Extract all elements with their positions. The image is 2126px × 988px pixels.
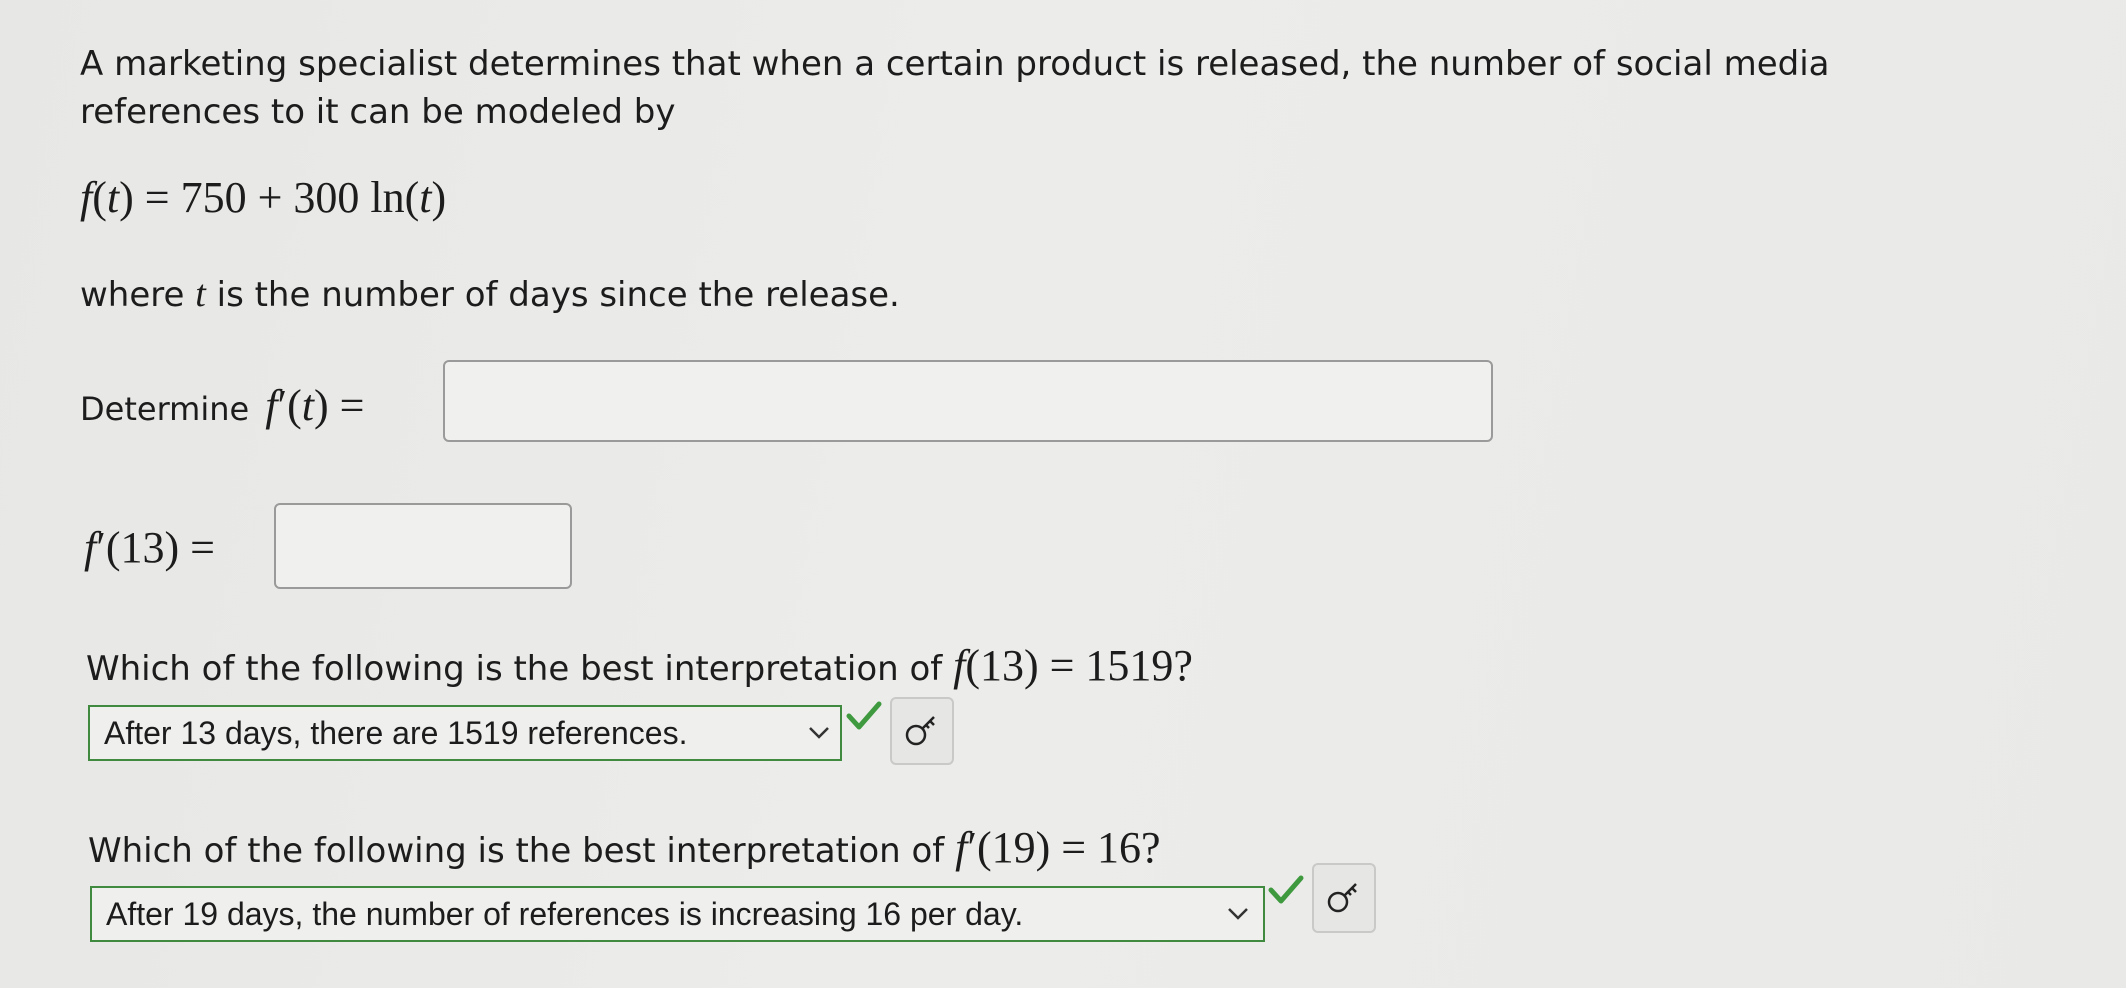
derivative-at-13-label: ′(13) = xyxy=(96,523,215,572)
question-1-expr: (13) = 1519? xyxy=(965,641,1193,690)
model-formula: f(t) = 750 + 300 ln(t) xyxy=(80,173,447,222)
key-icon-button-1[interactable] xyxy=(890,697,954,765)
question-1-dropdown[interactable]: After 13 days, there are 1519 references… xyxy=(88,705,842,761)
question-2-selected: After 19 days, the number of references … xyxy=(106,895,1024,932)
question-2-prefix: Which of the following is the best inter… xyxy=(88,831,945,871)
question-2-dropdown[interactable]: After 19 days, the number of references … xyxy=(90,886,1265,942)
question-1: Which of the following is the best inter… xyxy=(86,641,1193,690)
intro-line-1: A marketing specialist determines that w… xyxy=(80,44,1830,84)
formula-rhs: = 750 + 300 ln( xyxy=(144,173,420,222)
question-1-selected: After 13 days, there are 1519 references… xyxy=(104,714,688,751)
question-2: Which of the following is the best inter… xyxy=(88,823,1161,872)
intro-line-2: references to it can be modeled by xyxy=(80,92,676,132)
checkmark-icon xyxy=(1268,875,1304,904)
chevron-down-icon xyxy=(809,727,829,739)
problem-intro: A marketing specialist determines that w… xyxy=(80,40,1829,136)
derivative-input-box[interactable] xyxy=(443,360,1493,442)
derivative-at-13-input[interactable] xyxy=(276,505,570,587)
derivative-input[interactable] xyxy=(445,362,1491,440)
derivative-at-13-input-box[interactable] xyxy=(274,503,572,589)
question-1-prefix: Which of the following is the best inter… xyxy=(86,649,943,689)
chevron-down-icon xyxy=(1228,908,1248,920)
variable-description: where t is the number of days since the … xyxy=(80,273,900,315)
key-icon-button-2[interactable] xyxy=(1312,863,1376,933)
question-2-expr: ′(19) = 16? xyxy=(967,823,1161,872)
derivative-at-13-prompt: f′(13) = xyxy=(84,523,215,572)
checkmark-icon xyxy=(846,701,882,730)
derivative-prompt: Determine f′(t) = xyxy=(80,381,365,430)
derivative-label: Determine xyxy=(80,390,250,428)
key-icon xyxy=(1327,883,1357,913)
key-icon xyxy=(905,716,935,746)
